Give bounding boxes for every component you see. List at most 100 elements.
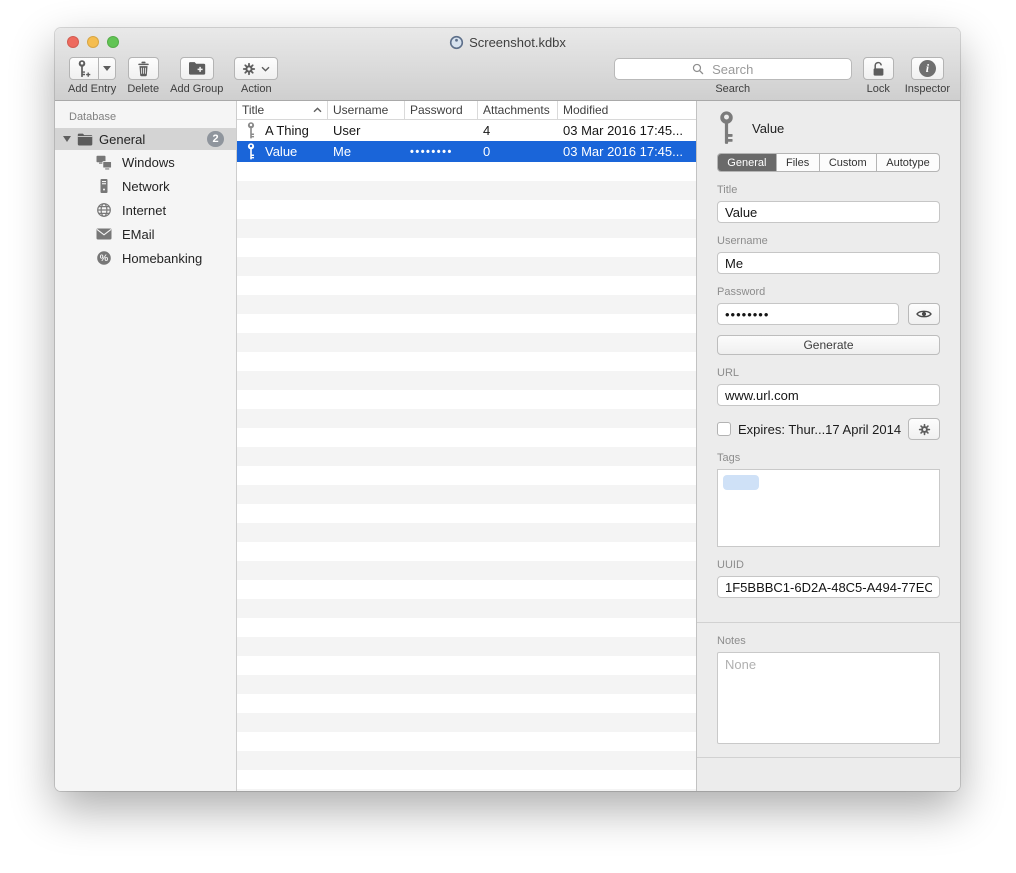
inspector-label: Inspector [905,83,950,95]
titlebar[interactable]: Screenshot.kdbx [55,28,960,56]
entry-username-cell: User [328,123,405,138]
window-title: Screenshot.kdbx [449,35,566,50]
minimize-button[interactable] [87,36,99,48]
dropdown-arrow-icon [103,66,111,71]
sidebar-item-label: Homebanking [122,251,202,266]
toolbar-item-lock: Lock [863,57,894,95]
notes-field-label: Notes [717,635,940,647]
entry-modified-cell: 03 Mar 2016 17:45... [558,144,696,159]
add-group-button[interactable] [180,57,214,80]
column-header-password[interactable]: Password [405,101,478,119]
entry-username-cell: Me [328,144,405,159]
tag-token[interactable] [723,475,759,490]
expires-settings-button[interactable] [908,418,940,440]
column-header-username[interactable]: Username [328,101,405,119]
uuid-field[interactable] [717,576,940,598]
folder-icon [77,133,93,146]
password-field-label: Password [717,286,940,298]
lock-label: Lock [867,83,890,95]
tab-custom[interactable]: Custom [820,154,877,171]
title-field[interactable] [717,201,940,223]
key-icon [246,143,256,160]
toolbar-item-inspector: i Inspector [905,57,950,95]
add-group-label: Add Group [170,83,223,95]
sidebar-item-internet[interactable]: Internet [55,198,236,222]
inspector-header: Value [697,101,960,145]
sidebar-group-general[interactable]: General 2 [55,128,236,150]
internet-icon [96,202,112,218]
password-field[interactable] [717,303,899,325]
entry-row[interactable]: A Thing User 4 03 Mar 2016 17:45... [237,120,696,141]
entry-list-header: Title Username Password Attachments Modi… [237,101,696,120]
expires-label: Expires: Thur...17 April 2014 [738,422,901,437]
traffic-lights [67,36,119,48]
action-label: Action [241,83,272,95]
homebanking-icon: % [96,250,112,266]
entry-password-cell: •••••••• [405,146,478,158]
trash-icon [136,61,151,77]
column-header-title[interactable]: Title [237,101,328,119]
network-icon [96,178,112,194]
entry-modified-cell: 03 Mar 2016 17:45... [558,123,696,138]
toolbar-item-search: Search [614,57,852,95]
reveal-password-button[interactable] [908,303,940,325]
inspector-entry-title: Value [752,121,784,136]
expires-checkbox[interactable] [717,422,731,436]
info-icon: i [919,60,936,77]
title-field-label: Title [717,184,940,196]
inspector-tabs: GeneralFilesCustomAutotype [717,153,940,172]
url-field[interactable] [717,384,940,406]
window-title-text: Screenshot.kdbx [469,35,566,50]
folder-plus-icon [188,61,206,76]
toolbar-item-add-group: Add Group [170,57,223,95]
column-header-attachments[interactable]: Attachments [478,101,558,119]
lock-button[interactable] [863,57,894,80]
username-field[interactable] [717,252,940,274]
add-entry-button[interactable] [69,57,99,80]
entry-count-badge: 2 [207,131,224,147]
inspector-button[interactable]: i [911,57,944,80]
action-button[interactable] [234,57,278,80]
entry-list: Title Username Password Attachments Modi… [237,101,696,791]
search-input[interactable] [614,58,852,80]
add-entry-label: Add Entry [68,83,116,95]
search-label: Search [715,83,750,95]
gear-icon [918,423,931,436]
column-header-label: Modified [563,103,608,117]
column-header-label: Title [242,103,264,117]
chevron-down-icon [261,66,270,72]
tags-field[interactable] [717,469,940,547]
document-proxy-icon[interactable] [449,35,464,50]
windows-icon [96,154,112,170]
sidebar-item-windows[interactable]: Windows [55,150,236,174]
add-entry-dropdown-button[interactable] [99,57,116,80]
toolbar-item-delete: Delete [127,57,159,95]
zoom-button[interactable] [107,36,119,48]
disclosure-triangle-icon[interactable] [63,136,71,142]
column-header-label: Attachments [483,103,550,117]
key-plus-icon [77,60,91,78]
entry-row[interactable]: Value Me •••••••• 0 03 Mar 2016 17:45... [237,141,696,162]
sidebar-section-header: Database [55,109,236,128]
uuid-field-label: UUID [717,559,940,571]
sidebar-item-email[interactable]: EMail [55,222,236,246]
tab-files[interactable]: Files [777,154,820,171]
sidebar-item-network[interactable]: Network [55,174,236,198]
sidebar-item-label: Windows [122,155,175,170]
entry-title-cell: A Thing [265,123,309,138]
desktop: Screenshot.kdbx [0,0,1016,873]
tab-autotype[interactable]: Autotype [877,154,939,171]
group-sidebar: Database General 2 Windows Network Inter… [55,101,237,791]
tab-general[interactable]: General [718,154,777,171]
app-window: Screenshot.kdbx [55,28,960,791]
sidebar-item-label: EMail [122,227,155,242]
close-button[interactable] [67,36,79,48]
column-header-modified[interactable]: Modified [558,101,696,119]
sidebar-group-label: General [99,132,201,147]
sidebar-item-homebanking[interactable]: % Homebanking [55,246,236,270]
tags-field-label: Tags [717,452,940,464]
toolbar: Add Entry Delete [55,56,960,100]
notes-field[interactable] [717,652,940,744]
generate-password-button[interactable]: Generate [717,335,940,355]
delete-button[interactable] [128,57,159,80]
